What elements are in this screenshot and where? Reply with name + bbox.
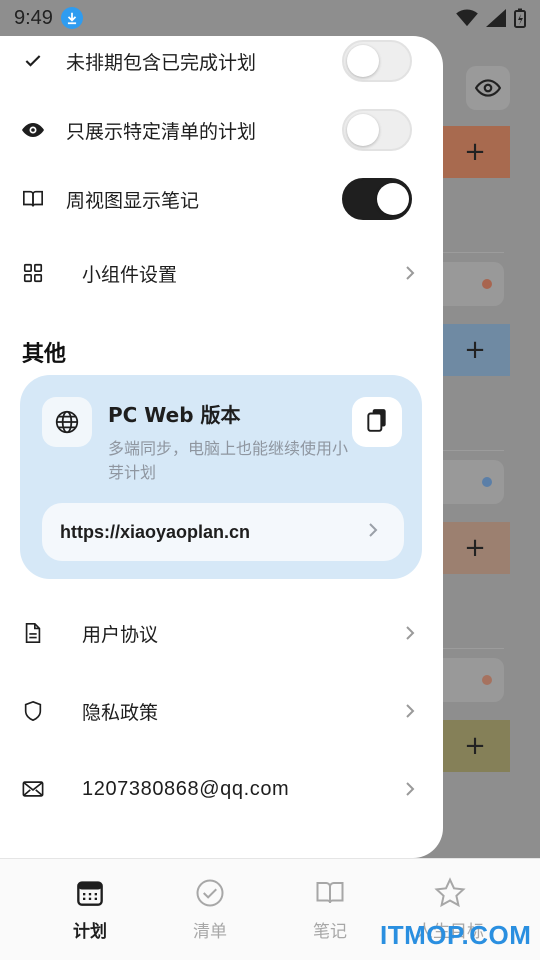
tab-label: 笔记 [313, 922, 347, 942]
mail-icon [20, 776, 46, 802]
grid-icon [20, 260, 46, 286]
contact-email-label: 1207380868@qq.com [82, 777, 290, 800]
background-dot [482, 279, 492, 289]
background-item [440, 262, 504, 306]
pc-web-card: PC Web 版本 多端同步，电脑上也能继续使用小芽计划 https://xia… [20, 375, 422, 579]
download-icon [60, 7, 83, 29]
switch-knob [377, 183, 409, 215]
background-dot [482, 675, 492, 685]
calendar-icon [74, 877, 106, 909]
status-bar: 9:49 [0, 0, 540, 36]
settings-drawer: 未排期包含已完成计划 只展示特定清单的计划 周视图显示笔记 小组件设置 其他 P… [0, 36, 443, 858]
battery-icon [514, 8, 526, 28]
book-icon [314, 877, 346, 909]
pc-web-description: 多端同步，电脑上也能继续使用小芽计划 [108, 439, 349, 482]
widget-settings-label: 小组件设置 [82, 263, 178, 286]
toggle-label: 只展示特定清单的计划 [66, 120, 257, 143]
globe-icon [42, 397, 92, 447]
chevron-right-icon [400, 701, 420, 721]
privacy-policy-row[interactable]: 隐私政策 [0, 681, 443, 741]
pc-web-title: PC Web 版本 [108, 403, 241, 427]
toggle-switch[interactable] [342, 178, 412, 220]
status-time: 9:49 [14, 6, 53, 29]
background-add-block: + [440, 522, 510, 574]
tab-notes[interactable]: 笔记 [270, 859, 390, 960]
status-icons [456, 8, 526, 28]
chevron-right-icon [400, 263, 420, 283]
contact-email-row[interactable]: 1207380868@qq.com [0, 759, 443, 819]
wifi-icon [456, 9, 478, 27]
chevron-right-icon [400, 779, 420, 799]
url-link[interactable]: https://xiaoyaoplan.cn [42, 503, 404, 561]
background-add-block: + [440, 324, 510, 376]
copy-icon [364, 407, 390, 437]
background-divider [440, 252, 504, 253]
background-item [440, 460, 504, 504]
tab-label: 计划 [73, 922, 107, 942]
background-divider [440, 648, 504, 649]
check-circle-icon [194, 877, 226, 909]
book-icon [20, 186, 46, 212]
toggle-label: 周视图显示笔记 [66, 189, 200, 212]
user-agreement-label: 用户协议 [82, 623, 159, 646]
toggle-row-week-notes[interactable]: 周视图显示笔记 [0, 169, 443, 229]
toggle-label: 未排期包含已完成计划 [66, 51, 257, 74]
background-dot [482, 477, 492, 487]
toggle-row-specific-list[interactable]: 只展示特定清单的计划 [0, 100, 443, 160]
background-add-block: + [440, 720, 510, 772]
watermark-text: ITMOP.COM [380, 920, 532, 950]
tab-label: 清单 [193, 922, 227, 942]
switch-knob [347, 114, 379, 146]
chevron-right-icon [400, 623, 420, 643]
chevron-right-icon [366, 522, 380, 542]
star-icon [434, 877, 466, 909]
toggle-switch[interactable] [342, 109, 412, 151]
shield-icon [20, 698, 46, 724]
check-icon [20, 48, 46, 74]
widget-settings-row[interactable]: 小组件设置 [0, 243, 443, 303]
section-title-other: 其他 [22, 342, 67, 367]
url-text: https://xiaoyaoplan.cn [60, 521, 251, 542]
tab-plan[interactable]: 计划 [30, 859, 150, 960]
signal-icon [486, 9, 506, 27]
background-add-block: + [440, 126, 510, 178]
eye-icon [20, 117, 46, 143]
switch-knob [347, 45, 379, 77]
privacy-policy-label: 隐私政策 [82, 701, 159, 724]
background-divider [440, 450, 504, 451]
user-agreement-row[interactable]: 用户协议 [0, 603, 443, 663]
copy-button[interactable] [352, 397, 402, 447]
document-icon [20, 620, 46, 646]
toggle-switch[interactable] [342, 40, 412, 82]
background-item [440, 658, 504, 702]
tab-lists[interactable]: 清单 [150, 859, 270, 960]
background-eye-icon [466, 66, 510, 110]
toggle-row-unscheduled-completed[interactable]: 未排期包含已完成计划 [0, 36, 443, 91]
